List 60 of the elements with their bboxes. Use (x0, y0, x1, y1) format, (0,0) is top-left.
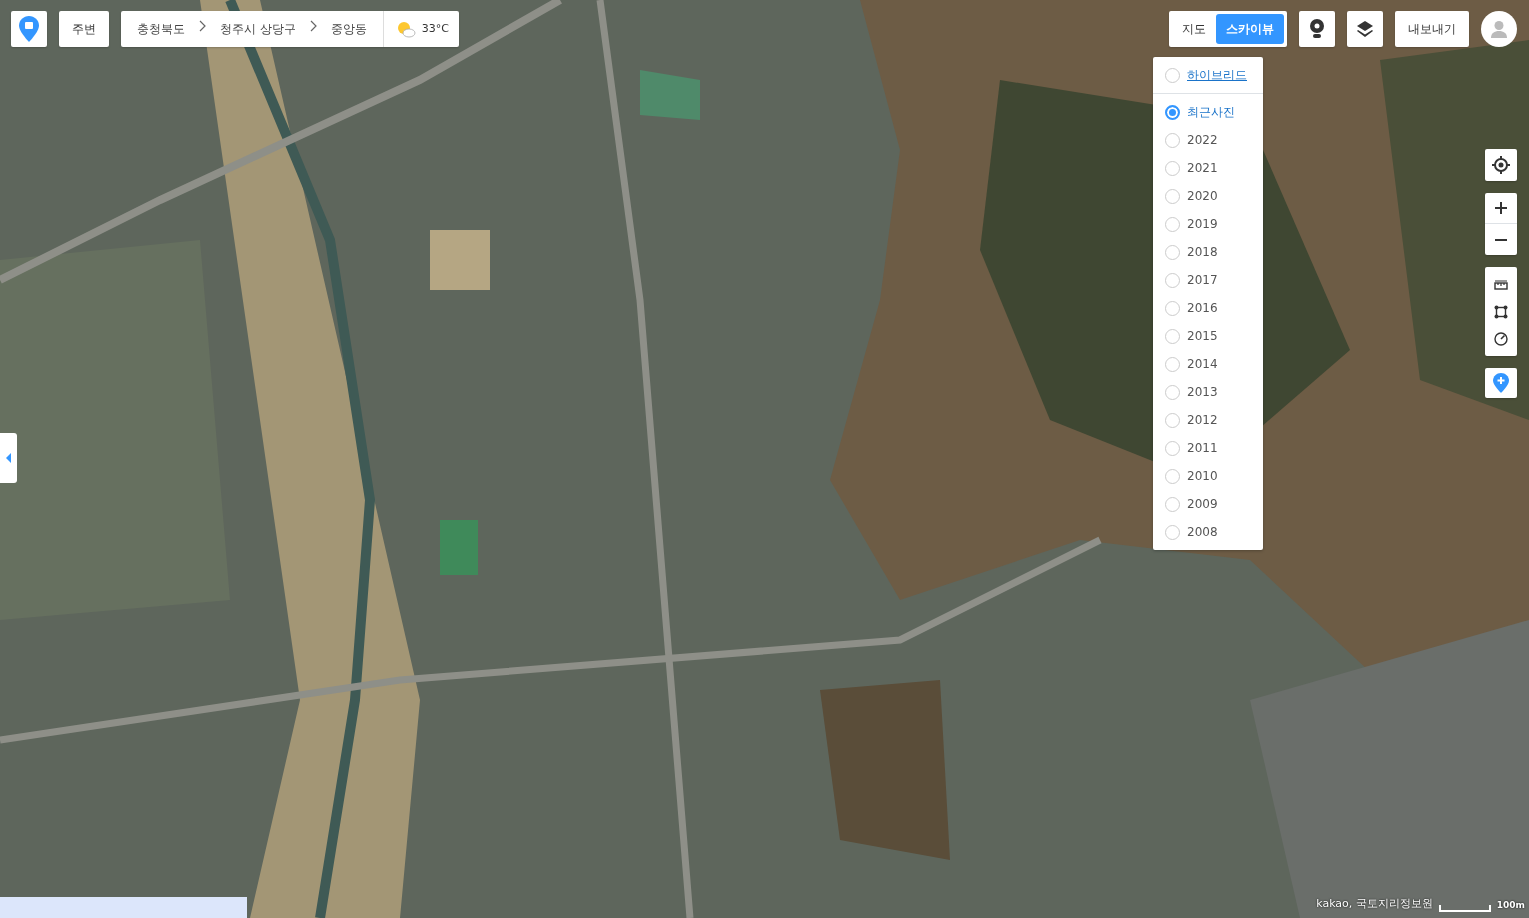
temperature: 33°C (421, 20, 449, 37)
year-option[interactable]: 최근사진 (1187, 103, 1235, 121)
year-option[interactable]: 2021 (1187, 159, 1218, 177)
radio-button[interactable] (1165, 384, 1180, 400)
year-option[interactable]: 2011 (1187, 439, 1218, 457)
radio-button[interactable] (1165, 188, 1180, 204)
radio-button[interactable] (1165, 496, 1180, 512)
year-option[interactable]: 2010 (1187, 467, 1218, 485)
year-option[interactable]: 2020 (1187, 187, 1218, 205)
radio-button[interactable] (1165, 104, 1180, 120)
radio-button[interactable] (1165, 67, 1180, 83)
radio-button[interactable] (1165, 356, 1180, 372)
hybrid-link[interactable]: 하이브리드 (1187, 66, 1247, 84)
year-option[interactable]: 2022 (1187, 131, 1218, 149)
radio-button[interactable] (1165, 216, 1180, 232)
year-option[interactable]: 2014 (1187, 355, 1218, 373)
year-option[interactable]: 2009 (1187, 495, 1218, 513)
export-button[interactable]: 내보내기 (1395, 11, 1469, 47)
radio-button[interactable] (1165, 412, 1180, 428)
scale-bar (1438, 905, 1491, 912)
year-option[interactable]: 2013 (1187, 383, 1218, 401)
sun-cloud-icon (395, 20, 416, 38)
breadcrumb-item[interactable]: 충청북도 (137, 20, 185, 38)
radio-button[interactable] (1165, 524, 1180, 540)
radio-button[interactable] (1165, 468, 1180, 484)
radio-button[interactable] (1165, 244, 1180, 260)
radio-button[interactable] (1165, 440, 1180, 456)
year-option[interactable]: 2012 (1187, 411, 1218, 429)
nearby-button[interactable]: 주변 (59, 11, 109, 47)
crosshair-icon (1492, 156, 1510, 174)
layers-button[interactable] (1347, 11, 1383, 47)
year-option[interactable]: 2016 (1187, 299, 1218, 317)
attribution-text: kakao, 국토지리정보원 (1316, 895, 1433, 912)
chevron-right-icon (309, 20, 317, 32)
gauge-icon (1494, 331, 1508, 346)
caret-icon (6, 453, 11, 463)
layers-icon (1356, 20, 1374, 38)
sidebar-toggle[interactable] (0, 433, 17, 483)
ruler-icon (1494, 279, 1508, 290)
year-option[interactable]: 2015 (1187, 327, 1218, 345)
radio-button[interactable] (1165, 328, 1180, 344)
chevron-right-icon (199, 20, 206, 32)
radio-button[interactable] (1165, 300, 1180, 316)
person-icon (1490, 20, 1508, 38)
scale-label: 100m (1496, 898, 1525, 912)
roadview-button[interactable] (1299, 11, 1335, 47)
square-nodes-icon (1494, 304, 1508, 319)
year-option[interactable]: 2017 (1187, 271, 1218, 289)
radio-button[interactable] (1165, 160, 1180, 176)
radio-button[interactable] (1165, 272, 1180, 288)
breadcrumb-item[interactable]: 중앙동 (330, 20, 367, 38)
radio-button[interactable] (1165, 132, 1180, 148)
view-tab[interactable]: 지도 (1172, 14, 1216, 44)
year-option[interactable]: 2008 (1187, 523, 1218, 541)
logo-button[interactable] (11, 11, 47, 47)
plus-icon (1495, 202, 1507, 214)
year-option[interactable]: 2018 (1187, 243, 1218, 261)
breadcrumb-item[interactable]: 청주시 상당구 (220, 20, 296, 38)
minus-icon (1495, 238, 1507, 241)
year-option[interactable]: 2019 (1187, 215, 1218, 233)
